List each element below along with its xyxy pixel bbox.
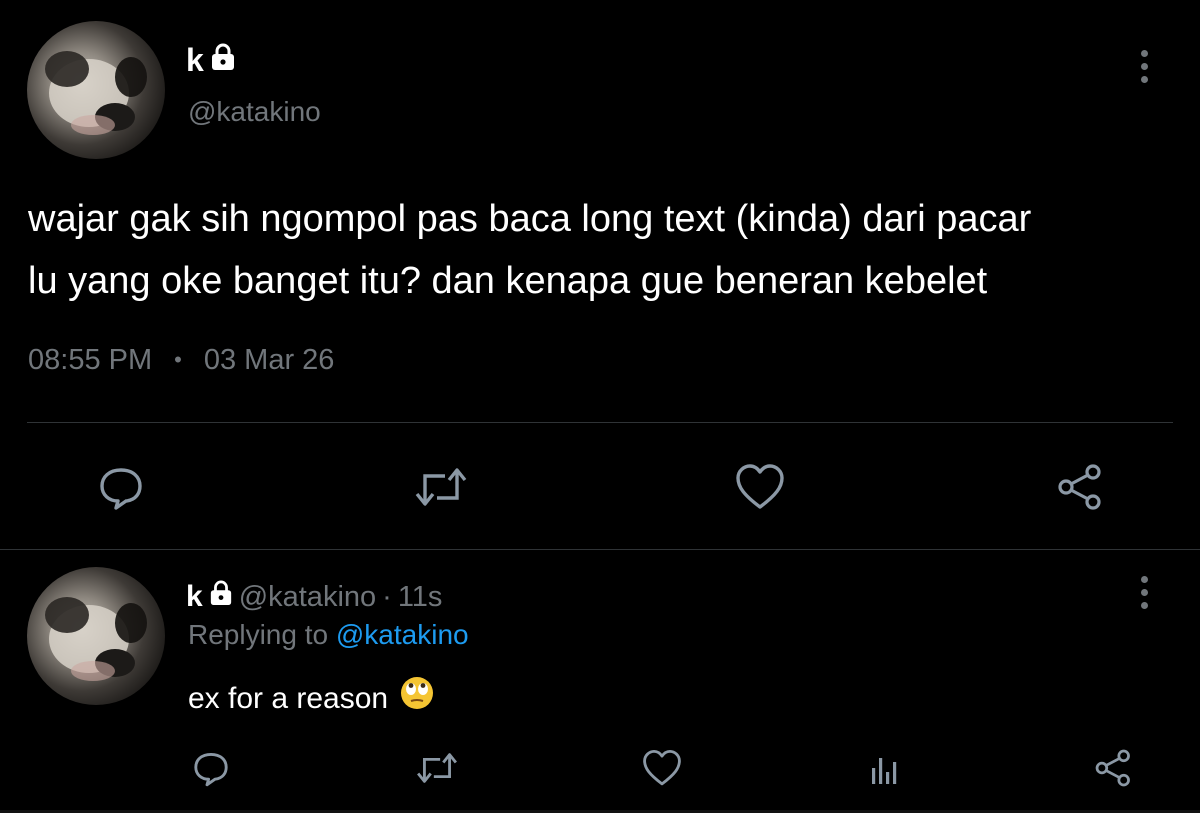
reply-text: ex for a reason: [188, 676, 434, 721]
heart-icon[interactable]: [638, 744, 686, 792]
lock-icon: [209, 579, 233, 615]
reply-dot: ·: [382, 581, 392, 613]
meta-separator: •: [174, 347, 182, 372]
divider: [27, 422, 1173, 423]
heart-icon[interactable]: [731, 458, 789, 516]
tweet-time: 08:55 PM: [28, 344, 153, 376]
main-display-name[interactable]: k: [186, 40, 236, 80]
replying-to: Replying to @katakino: [188, 617, 469, 653]
more-vertical-icon[interactable]: [1138, 50, 1150, 86]
retweet-icon[interactable]: [412, 458, 470, 516]
replying-prefix: Replying to: [188, 619, 336, 650]
main-handle[interactable]: @katakino: [188, 94, 321, 130]
tweet-date: 03 Mar 26: [203, 344, 335, 376]
main-avatar[interactable]: [27, 21, 165, 159]
reply-display-name[interactable]: k: [186, 579, 203, 615]
retweet-icon[interactable]: [413, 744, 461, 792]
share-icon[interactable]: [1090, 744, 1138, 792]
divider: [0, 549, 1200, 550]
share-icon[interactable]: [1052, 458, 1110, 516]
tweet-meta: 08:55 PM • 03 Mar 26: [28, 340, 334, 380]
lock-icon: [210, 40, 236, 80]
eye-roll-emoji-icon: [400, 676, 434, 721]
reply-icon[interactable]: [187, 744, 235, 792]
more-vertical-icon[interactable]: [1138, 576, 1150, 612]
reply-icon[interactable]: [92, 458, 150, 516]
reply-age: 11s: [397, 581, 443, 613]
tweet-text: wajar gak sih ngompol pas baca long text…: [28, 198, 1032, 302]
analytics-icon[interactable]: [862, 744, 910, 792]
reply-header: k @katakino · 11s: [186, 579, 442, 615]
reply-avatar[interactable]: [27, 567, 165, 705]
reply-text-content: ex for a reason: [188, 681, 389, 715]
reply-handle[interactable]: @katakino: [239, 579, 376, 615]
display-name-text: k: [186, 42, 204, 78]
replying-handle-link[interactable]: @katakino: [336, 619, 469, 650]
